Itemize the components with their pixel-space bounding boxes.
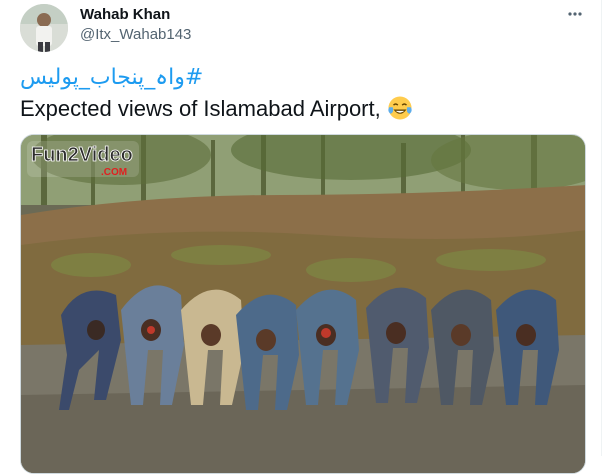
watermark-line1: Fun2Video [31, 144, 133, 166]
hashtag-link[interactable]: #واہ_پنجاب_پولیس [20, 64, 203, 92]
tweet-text: Expected views of Islamabad Airport, [20, 95, 413, 123]
tweet-media-image[interactable]: Fun2Video .COM [20, 134, 586, 474]
face-with-tears-of-joy-emoji-icon [388, 96, 412, 120]
author-name[interactable]: Wahab Khan [80, 6, 170, 23]
avatar-photo [20, 4, 68, 52]
tweet-card[interactable]: Wahab Khan @Itx_Wahab143 #واہ_پنجاب_پولی… [0, 0, 602, 474]
avatar[interactable] [20, 4, 68, 52]
watermark-logo: Fun2Video .COM [27, 141, 139, 178]
tweet-text-body: Expected views of Islamabad Airport, [20, 96, 381, 121]
more-dots-icon [568, 12, 582, 16]
photo-people-bending: Fun2Video .COM [21, 135, 585, 473]
author-handle[interactable]: @Itx_Wahab143 [80, 26, 191, 43]
more-options-button[interactable] [563, 2, 587, 26]
watermark-line2: .COM [101, 167, 127, 178]
